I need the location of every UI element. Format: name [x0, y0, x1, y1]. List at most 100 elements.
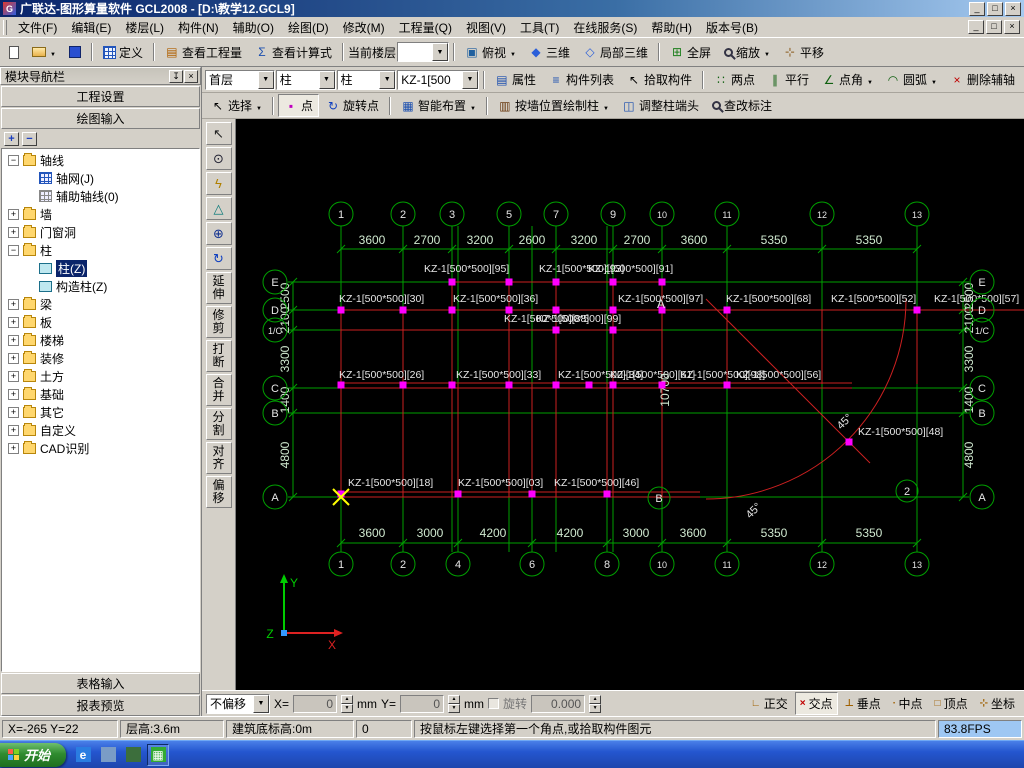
rotate-tool[interactable]: ↻ — [205, 247, 232, 270]
tree-item-柱[interactable]: − 柱 — [2, 241, 199, 259]
tree-item-梁[interactable]: + 梁 — [2, 295, 199, 313]
start-button[interactable]: 开始 — [0, 742, 67, 767]
save-button[interactable] — [63, 43, 87, 61]
tree-item-自定义[interactable]: + 自定义 — [2, 421, 199, 439]
rotate-checkbox[interactable] — [488, 698, 500, 709]
x-input[interactable]: 0 — [293, 694, 338, 713]
show-desktop-icon[interactable] — [97, 744, 119, 766]
tree-item-CAD识别[interactable]: + CAD识别 — [2, 439, 199, 457]
y-input[interactable]: 0 — [400, 694, 445, 713]
menu-item-修改(M)[interactable]: 修改(M) — [336, 17, 392, 38]
tree-item-基础[interactable]: + 基础 — [2, 385, 199, 403]
mdi-close-button[interactable] — [1004, 20, 1020, 34]
tree-item-板[interactable]: + 板 — [2, 313, 199, 331]
project-settings-button[interactable]: 工程设置 — [1, 86, 200, 107]
expand-icon[interactable]: + — [8, 208, 19, 220]
point-draw-button[interactable]: ▪ 点 — [277, 94, 319, 117]
menu-item-构件(N)[interactable]: 构件(N) — [171, 17, 226, 38]
mdi-restore-button[interactable] — [986, 20, 1002, 34]
rotate-stepper[interactable]: ▲ ▼ — [589, 694, 602, 713]
tree-item-构造柱(Z)[interactable]: 构造柱(Z) — [2, 277, 199, 295]
break-tool[interactable]: 打断 — [205, 340, 232, 372]
expand-icon[interactable]: + — [8, 334, 19, 346]
menu-item-视图(V)[interactable]: 视图(V) — [459, 17, 513, 38]
attributes-button[interactable]: ▤ 属性 — [489, 68, 542, 91]
menu-item-工具(T)[interactable]: 工具(T) — [513, 17, 566, 38]
delete-aux-axis-button[interactable]: × 删除辅轴 — [944, 68, 1021, 91]
category-combo[interactable]: 柱 — [275, 69, 336, 90]
point-angle-button[interactable]: ∠ 点角 — [816, 68, 879, 91]
select-tool[interactable]: ↖ — [205, 122, 232, 145]
tree-item-柱(Z)[interactable]: 柱(Z) — [2, 259, 199, 277]
mirror-tool[interactable]: △ — [205, 197, 232, 220]
tree-item-土方[interactable]: + 土方 — [2, 367, 199, 385]
spin-up-icon[interactable]: ▲ — [589, 694, 602, 704]
app-icon[interactable] — [122, 744, 144, 766]
menu-item-辅助(O)[interactable]: 辅助(O) — [226, 17, 281, 38]
new-file-button[interactable] — [3, 43, 25, 62]
expand-icon[interactable]: + — [8, 226, 19, 238]
zoom-window-tool[interactable]: ⊙ — [205, 147, 232, 170]
tree-item-轴网(J)[interactable]: 轴网(J) — [2, 169, 199, 187]
menu-item-楼层(L)[interactable]: 楼层(L) — [118, 17, 171, 38]
menu-item-版本号(B)[interactable]: 版本号(B) — [699, 17, 765, 38]
trim-tool[interactable]: 修剪 — [205, 306, 232, 338]
pin-icon[interactable]: ↧ — [169, 69, 183, 83]
table-input-button[interactable]: 表格输入 — [1, 673, 200, 694]
maximize-button[interactable] — [987, 1, 1003, 16]
close-button[interactable] — [1005, 1, 1021, 16]
rotate-input[interactable]: 0.000 — [531, 694, 586, 713]
menu-item-编辑(E)[interactable]: 编辑(E) — [64, 17, 118, 38]
two-point-button[interactable]: ∷ 两点 — [708, 68, 761, 91]
close-icon[interactable]: × — [184, 69, 198, 83]
select-button[interactable]: ↖ 选择 — [205, 94, 268, 117]
draw-input-button[interactable]: 绘图输入 — [1, 108, 200, 129]
chevron-down-icon[interactable] — [257, 70, 274, 89]
parallel-button[interactable]: ∥ 平行 — [762, 68, 815, 91]
expand-all-button[interactable]: + — [4, 131, 19, 146]
x-stepper[interactable]: ▲ ▼ — [341, 694, 354, 713]
split-tool[interactable]: 分割 — [205, 408, 232, 440]
move-tool[interactable]: ⊕ — [205, 222, 232, 245]
collapse-icon[interactable]: − — [8, 244, 19, 256]
menu-item-工程量(Q)[interactable]: 工程量(Q) — [392, 17, 459, 38]
menu-item-绘图(D)[interactable]: 绘图(D) — [281, 17, 336, 38]
tree-item-其它[interactable]: + 其它 — [2, 403, 199, 421]
view-quantity-button[interactable]: ▤ 查看工程量 — [159, 41, 248, 64]
three-d-button[interactable]: ◆ 三维 — [523, 41, 576, 64]
minimize-button[interactable] — [969, 1, 985, 16]
tree-item-楼梯[interactable]: + 楼梯 — [2, 331, 199, 349]
spin-down-icon[interactable]: ▼ — [448, 703, 461, 713]
menu-item-文件(F)[interactable]: 文件(F) — [11, 17, 64, 38]
expand-icon[interactable]: + — [8, 316, 19, 328]
tree-item-墙[interactable]: + 墙 — [2, 205, 199, 223]
offset-tool[interactable]: 偏移 — [205, 476, 232, 508]
drawing-canvas-area[interactable]: 3600 2700 3200 2600 3200 2700 3600 5350 5350 3600… — [236, 119, 1024, 690]
floor-combo[interactable]: 首层 — [205, 69, 275, 90]
collapse-icon[interactable]: − — [8, 154, 19, 166]
align-tool[interactable]: 对齐 — [205, 442, 232, 474]
offset-mode-combo[interactable]: 不偏移 — [206, 693, 270, 714]
y-stepper[interactable]: ▲ ▼ — [448, 694, 461, 713]
collapse-all-button[interactable]: − — [22, 131, 37, 146]
tree-item-门窗洞[interactable]: + 门窗洞 — [2, 223, 199, 241]
expand-icon[interactable]: + — [8, 442, 19, 454]
fullscreen-button[interactable]: ⊞ 全屏 — [664, 41, 717, 64]
spin-up-icon[interactable]: ▲ — [341, 694, 354, 704]
vertex-toggle[interactable]: □ 顶点 — [930, 692, 973, 715]
partial-3d-button[interactable]: ◇ 局部三维 — [577, 41, 654, 64]
type-combo[interactable]: 柱 — [336, 69, 397, 90]
menu-item-帮助(H)[interactable]: 帮助(H) — [644, 17, 699, 38]
tree-item-辅助轴线(0)[interactable]: 辅助轴线(0) — [2, 187, 199, 205]
smart-layout-button[interactable]: ▦ 智能布置 — [395, 94, 482, 117]
chevron-down-icon[interactable] — [379, 70, 396, 89]
pan-button[interactable]: ⊹ 平移 — [777, 41, 830, 64]
ortho-toggle[interactable]: ∟ 正交 — [746, 692, 793, 715]
intersection-toggle[interactable]: × 交点 — [794, 692, 838, 715]
tree-item-装修[interactable]: + 装修 — [2, 349, 199, 367]
adjust-column-end-button[interactable]: ◫ 调整柱端头 — [616, 94, 705, 117]
mdi-minimize-button[interactable] — [968, 20, 984, 34]
component-combo[interactable]: KZ-1[500 — [397, 69, 479, 90]
extend-tool[interactable]: 延伸 — [205, 272, 232, 304]
check-annotation-button[interactable]: 查改标注 — [706, 94, 778, 117]
